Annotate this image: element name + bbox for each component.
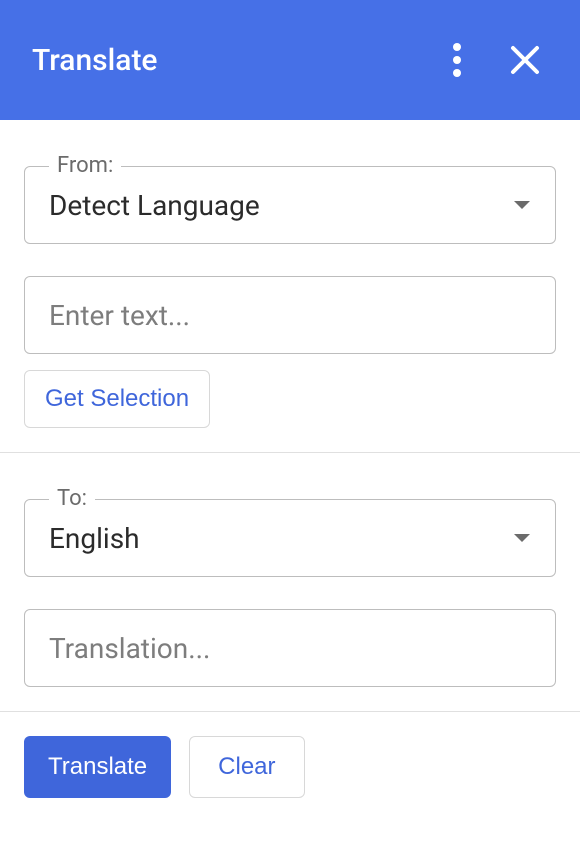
from-language-select[interactable]: From: Detect Language <box>24 166 556 244</box>
from-section: From: Detect Language Enter text... Get … <box>0 120 580 452</box>
get-selection-button[interactable]: Get Selection <box>24 370 210 428</box>
translation-output[interactable]: Translation... <box>24 609 556 687</box>
more-vertical-icon <box>452 42 462 78</box>
source-text-input[interactable]: Enter text... <box>24 276 556 354</box>
source-text-placeholder: Enter text... <box>49 299 190 332</box>
translation-placeholder: Translation... <box>49 632 210 665</box>
footer-actions: Translate Clear <box>0 712 580 822</box>
to-language-select[interactable]: To: English <box>24 499 556 577</box>
to-section: To: English Translation... <box>0 453 580 711</box>
more-options-button[interactable] <box>444 34 470 86</box>
translate-button[interactable]: Translate <box>24 736 171 798</box>
content: From: Detect Language Enter text... Get … <box>0 120 580 822</box>
chevron-down-icon <box>513 529 531 548</box>
chevron-down-icon <box>513 196 531 215</box>
from-label: From: <box>49 153 121 178</box>
header-actions <box>444 34 548 86</box>
to-label: To: <box>49 486 95 511</box>
to-language-value: English <box>49 522 513 555</box>
page-title: Translate <box>32 43 158 78</box>
clear-button[interactable]: Clear <box>189 736 304 798</box>
header: Translate <box>0 0 580 120</box>
close-button[interactable] <box>502 37 548 83</box>
from-language-value: Detect Language <box>49 189 513 222</box>
close-icon <box>510 45 540 75</box>
